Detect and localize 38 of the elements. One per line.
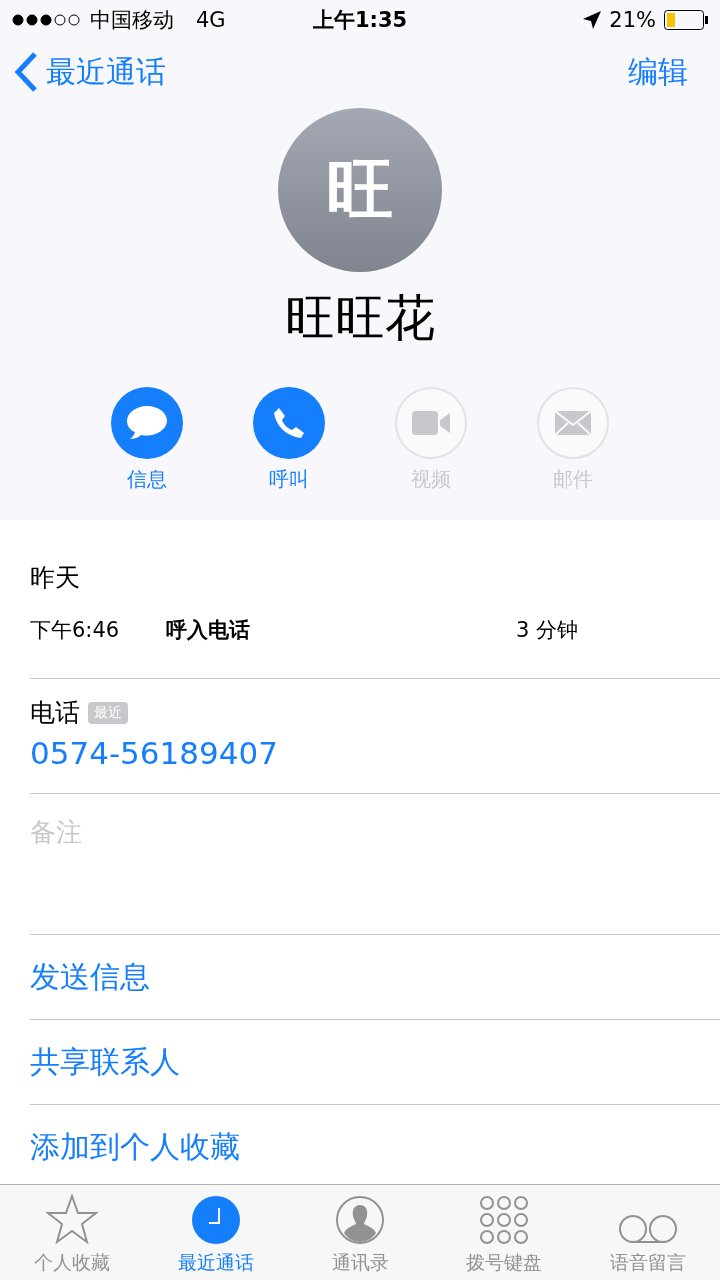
phone-number[interactable]: 0574-56189407 xyxy=(30,735,278,771)
edit-button[interactable]: 编辑 xyxy=(628,51,688,93)
call-type: 呼入电话 xyxy=(166,617,251,644)
back-button[interactable]: 最近通话 xyxy=(14,51,166,93)
person-icon xyxy=(336,1196,384,1244)
signal-icon xyxy=(12,14,82,26)
clock-icon xyxy=(192,1196,240,1244)
keypad-icon xyxy=(480,1196,528,1244)
phone-icon xyxy=(272,406,306,440)
tab-bar-item[interactable]: 个人收藏 xyxy=(0,1185,144,1280)
call-duration: 3 分钟 xyxy=(516,617,579,644)
notes-label: 备注 xyxy=(30,817,82,847)
voicemail-icon xyxy=(618,1214,678,1244)
tab-bar-item[interactable]: 最近通话 xyxy=(144,1185,288,1280)
contact-name: 旺旺花 xyxy=(285,288,435,348)
status-time: 上午1:35 xyxy=(312,7,408,34)
call-date: 昨天 xyxy=(30,562,81,594)
action-label: 信息 xyxy=(127,467,167,491)
contact-option[interactable]: 发送信息 xyxy=(30,935,150,1019)
back-chevron-icon xyxy=(14,52,38,92)
video-camera-icon xyxy=(412,411,450,435)
carrier-name: 中国移动 xyxy=(90,7,174,34)
contact-option[interactable]: 共享联系人 xyxy=(30,1020,180,1104)
envelope-icon xyxy=(555,411,591,435)
phone-label: 电话 xyxy=(30,697,80,729)
tab-bar-item[interactable]: 拨号键盘 xyxy=(432,1185,576,1280)
tab-bar-item[interactable]: 语音留言 xyxy=(576,1185,720,1280)
speech-bubble-icon xyxy=(125,404,169,442)
battery-icon xyxy=(664,10,708,30)
contact-avatar: 旺 xyxy=(278,108,442,272)
tab-bar-item[interactable]: 通讯录 xyxy=(288,1185,432,1280)
call-time: 下午6:46 xyxy=(30,617,121,644)
star-icon xyxy=(46,1194,98,1244)
network-type: 4G xyxy=(196,8,226,32)
contact-option[interactable]: 添加到个人收藏 xyxy=(30,1105,240,1184)
action-label: 呼叫 xyxy=(269,467,309,491)
battery-percent: 21% xyxy=(609,8,656,32)
location-arrow-icon xyxy=(583,11,602,29)
